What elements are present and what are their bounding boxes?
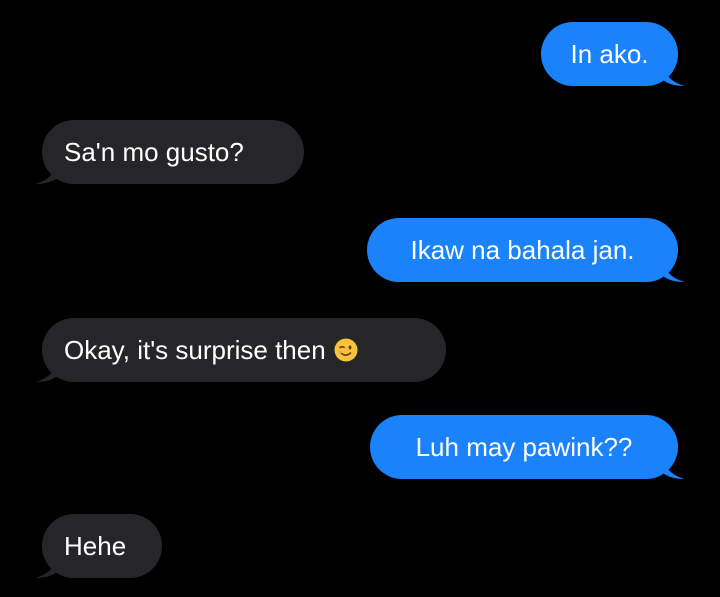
bubble-tail-icon [35,360,57,382]
bubble-tail-icon [663,260,685,282]
message-text: Ikaw na bahala jan. [410,235,635,265]
message-text: In ako. [570,39,649,69]
sent-message-bubble[interactable]: Luh may pawink?? [370,415,685,479]
received-message-bubble[interactable]: Okay, it's surprise then [35,318,446,382]
message-text: Hehe [64,531,127,561]
bubble-tail-icon [35,162,57,184]
message-text: Luh may pawink?? [415,432,633,462]
bubble-tail-icon [35,556,57,578]
message-text: Okay, it's surprise then [64,335,326,365]
sent-message-bubble[interactable]: Ikaw na bahala jan. [367,218,685,282]
received-message-bubble[interactable]: Sa'n mo gusto? [35,120,304,184]
bubble-tail-icon [663,457,685,479]
message-thread: In ako. Sa'n mo gusto? Ikaw na bahala ja… [0,0,720,597]
bubble-tail-icon [663,64,685,86]
message-text: Sa'n mo gusto? [64,137,244,167]
sent-message-bubble[interactable]: In ako. [541,22,685,86]
received-message-bubble[interactable]: Hehe [35,514,162,578]
winking-face-emoji-icon [334,338,358,362]
